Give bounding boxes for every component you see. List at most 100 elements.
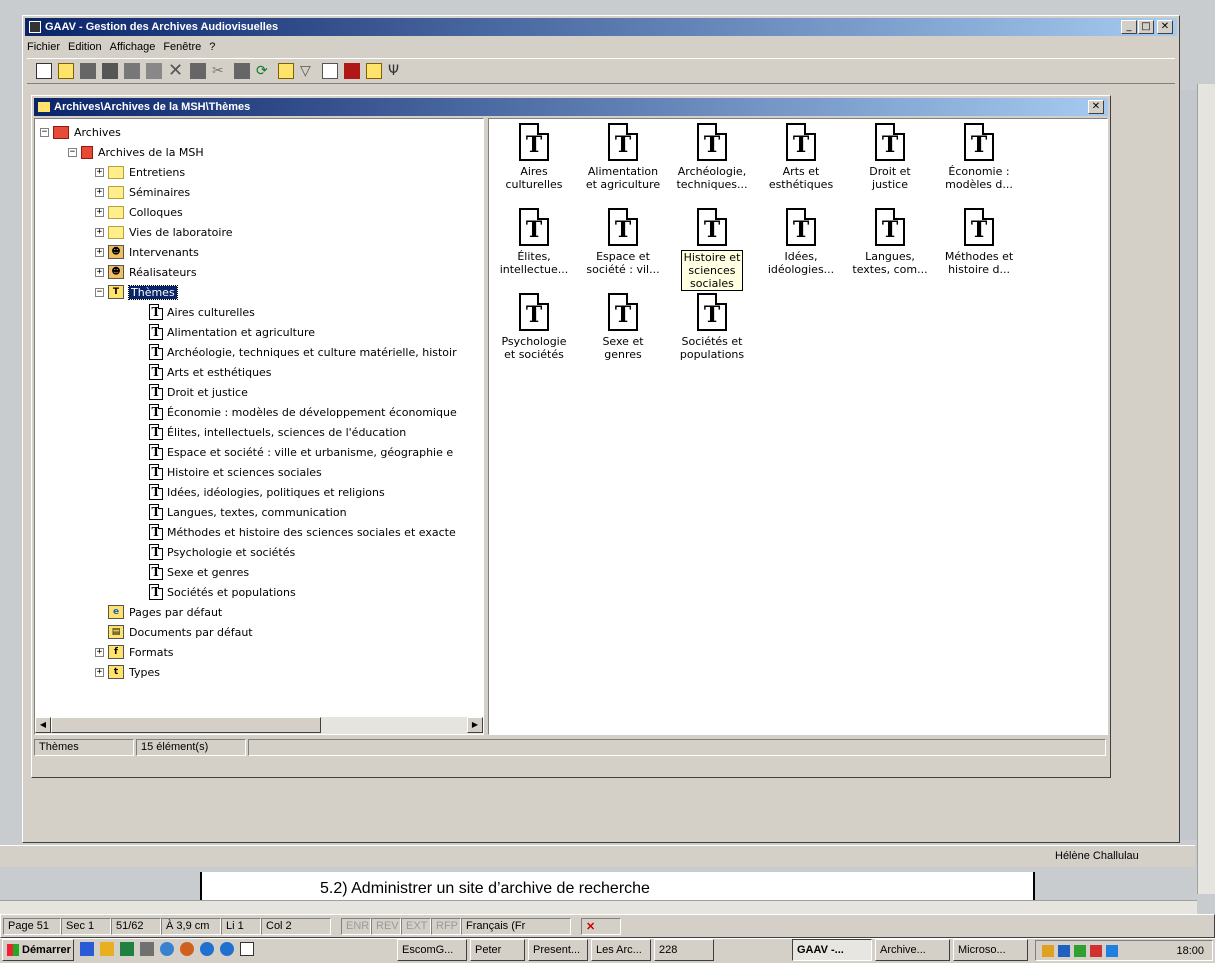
- task-microso[interactable]: Microso...: [953, 939, 1028, 961]
- tray-icon[interactable]: [1106, 944, 1118, 957]
- find-icon[interactable]: [278, 63, 294, 79]
- expand-icon[interactable]: +: [95, 667, 104, 677]
- tree-folder-vies[interactable]: + Vies de laboratoire: [95, 222, 233, 242]
- theme-grid-item[interactable]: T Alimentation et agriculture: [580, 123, 666, 191]
- theme-grid-item[interactable]: T Histoire et sciences sociales: [669, 208, 755, 291]
- tree-folder-entretiens[interactable]: + Entretiens: [95, 162, 185, 182]
- media-icon[interactable]: [344, 63, 360, 79]
- close-button[interactable]: ✕: [1157, 20, 1173, 34]
- tree-folder-realisateurs[interactable]: + ☻ Réalisateurs: [95, 262, 197, 282]
- word-hscroll[interactable]: [0, 900, 1197, 914]
- archive-icon[interactable]: [366, 63, 382, 79]
- paste-icon[interactable]: [234, 63, 250, 79]
- status-enr[interactable]: ENR: [341, 918, 371, 935]
- tree-pane[interactable]: − Archives − Archives de la MSH + Entreti…: [34, 118, 484, 735]
- tree-folder-colloques[interactable]: + Colloques: [95, 202, 183, 222]
- ie-quicklaunch-icon[interactable]: [200, 942, 214, 956]
- theme-grid-item[interactable]: T Arts et esthétiques: [758, 123, 844, 191]
- status-ext[interactable]: EXT: [401, 918, 431, 935]
- child-titlebar[interactable]: Archives\Archives de la MSH\Thèmes: [34, 98, 1108, 116]
- menu-affichage[interactable]: Affichage: [110, 41, 156, 53]
- expand-icon[interactable]: +: [95, 267, 104, 277]
- tree-theme-item[interactable]: T Archéologie, techniques et culture maté…: [149, 342, 457, 362]
- tools-icon[interactable]: Ψ: [388, 63, 404, 79]
- expand-icon[interactable]: +: [95, 207, 104, 217]
- tree-folder-seminaires[interactable]: + Séminaires: [95, 182, 190, 202]
- expand-icon[interactable]: +: [95, 247, 104, 257]
- theme-grid-item[interactable]: T Économie : modèles d...: [936, 123, 1022, 191]
- search-quicklaunch-icon[interactable]: [160, 942, 174, 956]
- status-rev[interactable]: REV: [371, 918, 401, 935]
- tree-theme-item[interactable]: T Économie : modèles de développement éco…: [149, 402, 457, 422]
- menu-edition[interactable]: Edition: [68, 41, 102, 53]
- theme-grid-item[interactable]: T Sexe et genres: [580, 293, 666, 361]
- expand-icon[interactable]: +: [95, 187, 104, 197]
- new-icon[interactable]: [36, 63, 52, 79]
- tree-theme-item[interactable]: T Espace et société : ville et urbanisme,…: [149, 442, 453, 462]
- tree-theme-item[interactable]: T Langues, textes, communication: [149, 502, 347, 522]
- tree-types[interactable]: + t Types: [95, 662, 160, 682]
- open-folder-icon[interactable]: [58, 63, 74, 79]
- copy-icon[interactable]: [190, 63, 206, 79]
- menu-fenetre[interactable]: Fenêtre: [163, 41, 201, 53]
- tree-formats[interactable]: + f Formats: [95, 642, 174, 662]
- clock[interactable]: 18:00: [1176, 945, 1204, 957]
- start-button[interactable]: Démarrer: [2, 939, 74, 961]
- tray-icon[interactable]: [1074, 944, 1086, 957]
- gaav-titlebar[interactable]: GAAV - Gestion des Archives Audiovisuell…: [25, 18, 1177, 36]
- tree-folder-intervenants[interactable]: + ☻ Intervenants: [95, 242, 199, 262]
- tree-theme-item[interactable]: T Élites, intellectuels, sciences de l'éd…: [149, 422, 406, 442]
- theme-grid-item[interactable]: T Aires culturelles: [491, 123, 577, 191]
- theme-grid-item[interactable]: T Langues, textes, com...: [847, 208, 933, 276]
- collapse-icon[interactable]: −: [68, 147, 77, 157]
- collapse-icon[interactable]: −: [95, 287, 104, 297]
- task-present[interactable]: Present...: [528, 939, 588, 961]
- expand-icon[interactable]: +: [95, 167, 104, 177]
- icon-view-pane[interactable]: T Aires culturelles T Alimentation et agricul…: [488, 118, 1108, 735]
- theme-grid-item[interactable]: T Psychologie et sociétés: [491, 293, 577, 361]
- tree-theme-item[interactable]: T Aires culturelles: [149, 302, 255, 322]
- player-quicklaunch-icon[interactable]: [180, 942, 194, 956]
- tree-root[interactable]: − Archives: [40, 122, 121, 142]
- task-peter[interactable]: Peter: [470, 939, 525, 961]
- tree-themes[interactable]: − T Thèmes: [95, 282, 178, 302]
- tree-documents-defaut[interactable]: ▤ Documents par défaut: [108, 622, 253, 642]
- child-close-button[interactable]: ✕: [1088, 100, 1104, 114]
- tray-icon[interactable]: [1090, 944, 1102, 957]
- refresh-icon[interactable]: ⟳: [256, 63, 272, 79]
- theme-grid-item[interactable]: T Élites, intellectue...: [491, 208, 577, 276]
- tree-theme-item[interactable]: T Droit et justice: [149, 382, 248, 402]
- menu-fichier[interactable]: Fichier: [27, 41, 60, 53]
- info-quicklaunch-icon[interactable]: [220, 942, 234, 956]
- filter-icon[interactable]: ▽: [300, 63, 316, 79]
- theme-grid-item[interactable]: T Espace et société : vil...: [580, 208, 666, 276]
- theme-grid-item[interactable]: T Droit et justice: [847, 123, 933, 191]
- delete-icon[interactable]: ✕: [168, 62, 184, 80]
- explorer-quicklaunch-icon[interactable]: [100, 942, 114, 956]
- task-archive[interactable]: Archive...: [875, 939, 950, 961]
- tray-icon[interactable]: [1042, 944, 1054, 957]
- tree-theme-item[interactable]: T Idées, idéologies, politiques et religi…: [149, 482, 385, 502]
- tree-theme-item[interactable]: T Arts et esthétiques: [149, 362, 272, 382]
- scroll-thumb[interactable]: [51, 717, 321, 733]
- delete-record-icon[interactable]: [146, 63, 162, 79]
- tree-theme-item[interactable]: T Sexe et genres: [149, 562, 249, 582]
- expand-icon[interactable]: +: [95, 227, 104, 237]
- theme-grid-item[interactable]: T Sociétés et populations: [669, 293, 755, 361]
- expand-icon[interactable]: +: [95, 647, 104, 657]
- view-icon[interactable]: [322, 63, 338, 79]
- tree-theme-item[interactable]: T Histoire et sciences sociales: [149, 462, 322, 482]
- properties-icon[interactable]: [124, 63, 140, 79]
- task-228[interactable]: 228: [654, 939, 714, 961]
- scroll-left-button[interactable]: ◀: [35, 717, 51, 733]
- tray-icon[interactable]: [1058, 944, 1070, 957]
- theme-grid-item[interactable]: T Idées, idéologies...: [758, 208, 844, 276]
- task-les-arc[interactable]: Les Arc...: [591, 939, 651, 961]
- tree-theme-item[interactable]: T Alimentation et agriculture: [149, 322, 315, 342]
- save-icon[interactable]: [102, 63, 118, 79]
- theme-grid-item[interactable]: T Archéologie, techniques...: [669, 123, 755, 191]
- desktop-quicklaunch-icon[interactable]: [240, 942, 254, 956]
- status-rfp[interactable]: RFP: [431, 918, 461, 935]
- tree-theme-item[interactable]: T Psychologie et sociétés: [149, 542, 295, 562]
- menu-help[interactable]: ?: [209, 41, 215, 53]
